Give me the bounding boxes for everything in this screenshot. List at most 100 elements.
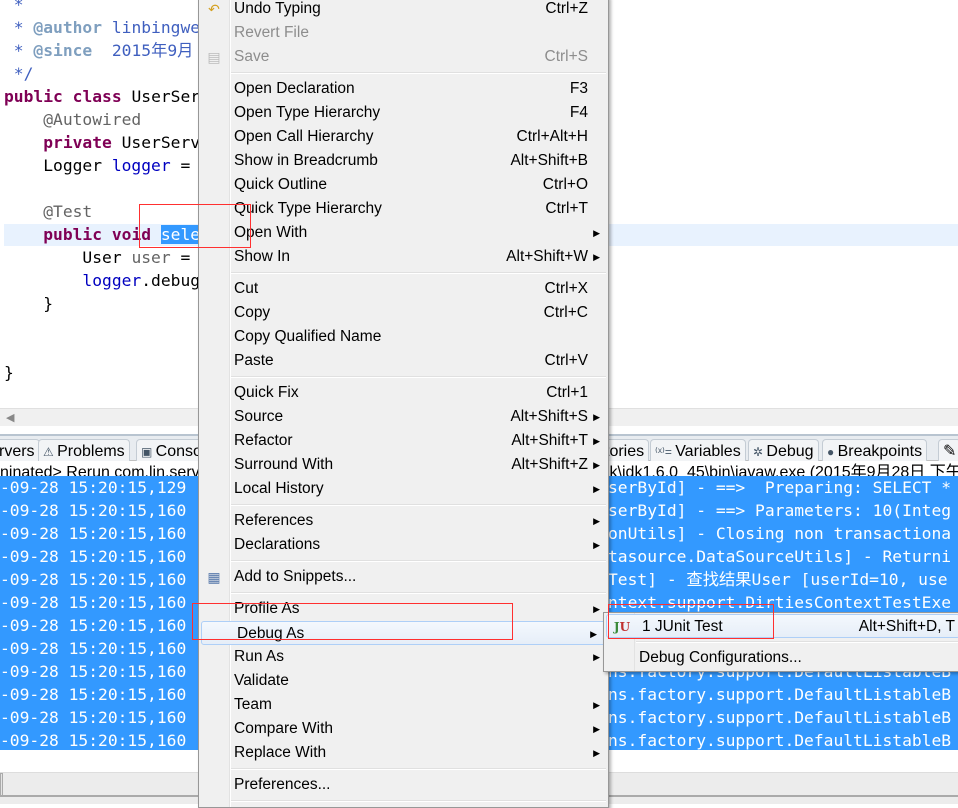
- menu-item-quick-type-hierarchy[interactable]: Quick Type Hierarchy Ctrl+T: [199, 197, 608, 221]
- code-token: logger: [111, 156, 171, 175]
- submenu-arrow-icon: ▶: [590, 629, 597, 639]
- log-line-timestamp: -09-28 15:20:15,160: [0, 637, 198, 660]
- code-token: *: [4, 41, 34, 60]
- code-token: logger: [4, 271, 142, 290]
- code-token: public: [4, 225, 103, 244]
- menu-item-preferences[interactable]: Preferences...: [199, 773, 608, 797]
- submenu-arrow-icon: ▶: [593, 700, 600, 710]
- code-token: @since: [33, 41, 93, 60]
- code-token: private: [4, 133, 112, 152]
- code-line: Logger logger =: [4, 154, 190, 177]
- code-token: public: [4, 87, 63, 106]
- menu-item-refactor[interactable]: Refactor Alt+Shift+T ▶: [199, 429, 608, 453]
- menu-separator: [199, 501, 608, 509]
- menu-item-cut[interactable]: Cut Ctrl+X: [199, 277, 608, 301]
- menu-item-save[interactable]: ▤ Save Ctrl+S: [199, 45, 608, 69]
- menu-item-run-as[interactable]: Run As ▶: [199, 645, 608, 669]
- code-line: logger.debug: [4, 269, 200, 292]
- menu-item-source[interactable]: Source Alt+Shift+S ▶: [199, 405, 608, 429]
- menu-item-debug-configurations[interactable]: Debug Configurations...: [604, 646, 958, 670]
- menu-item-validate[interactable]: Validate: [199, 669, 608, 693]
- log-line-message: serById] - ==> Parameters: 10(Integ: [608, 499, 958, 522]
- submenu-arrow-icon: ▶: [593, 724, 600, 734]
- console-scrollbar[interactable]: [0, 773, 3, 797]
- annotation-box-junit: [608, 604, 774, 639]
- menu-separator: [199, 765, 608, 773]
- tab-problems[interactable]: ⚠ Problems: [38, 439, 130, 463]
- menu-item-open-call-hierarchy[interactable]: Open Call Hierarchy Ctrl+Alt+H: [199, 125, 608, 149]
- debug-bug-icon: ✲: [753, 445, 767, 459]
- log-line-message: onUtils] - Closing non transactiona: [608, 522, 958, 545]
- code-token: @Autowired: [4, 110, 142, 129]
- code-token: =: [170, 156, 191, 175]
- log-line-message: ns.factory.support.DefaultListableB: [608, 683, 958, 706]
- submenu-arrow-icon: ▶: [593, 460, 600, 470]
- menu-item-local-history[interactable]: Local History ▶: [199, 477, 608, 501]
- menu-item-open-type-hierarchy[interactable]: Open Type Hierarchy F4: [199, 101, 608, 125]
- code-token: user: [131, 248, 171, 267]
- log-line-timestamp: -09-28 15:20:15,160: [0, 545, 198, 568]
- code-token: UserServ: [111, 133, 201, 152]
- code-line: * @author linbingwe: [4, 16, 200, 39]
- log-line-timestamp: -09-28 15:20:15,160: [0, 499, 198, 522]
- menu-item-quick-outline[interactable]: Quick Outline Ctrl+O: [199, 173, 608, 197]
- log-line-timestamp: -09-28 15:20:15,160: [0, 568, 198, 591]
- menu-item-revert-file[interactable]: Revert File: [199, 21, 608, 45]
- save-icon: ▤: [207, 49, 221, 65]
- menu-item-show-in-breadcrumb[interactable]: Show in Breadcrumb Alt+Shift+B: [199, 149, 608, 173]
- tab-variables[interactable]: ⁽ˣ⁾= Variables: [650, 439, 746, 463]
- scroll-left-icon[interactable]: ◀: [6, 411, 14, 424]
- menu-item-open-declaration[interactable]: Open Declaration F3: [199, 77, 608, 101]
- breakpoints-icon: ●: [827, 445, 838, 459]
- code-line: User user =: [4, 246, 190, 269]
- code-token: *: [4, 18, 34, 37]
- menu-item-add-to-snippets[interactable]: ▦ Add to Snippets...: [199, 565, 608, 589]
- log-line-message: Test] - 查找结果User [userId=10, use: [608, 568, 958, 591]
- menu-item-copy[interactable]: Copy Ctrl+C: [199, 301, 608, 325]
- menu-item-quick-fix[interactable]: Quick Fix Ctrl+1: [199, 381, 608, 405]
- log-line-timestamp: -09-28 15:20:15,160: [0, 614, 198, 637]
- menu-item-team[interactable]: Team ▶: [199, 693, 608, 717]
- code-line: * @since 2015年9月: [4, 39, 194, 62]
- submenu-arrow-icon: ▶: [593, 228, 600, 238]
- tab-rvers[interactable]: rvers: [0, 439, 40, 463]
- tab-breakpoints[interactable]: ● Breakpoints: [822, 439, 928, 463]
- undo-icon: ↶: [208, 1, 220, 17]
- log-line-message: ns.factory.support.DefaultListableB: [608, 729, 958, 752]
- menu-item-surround-with[interactable]: Surround With Alt+Shift+Z ▶: [199, 453, 608, 477]
- tab-overflow-icon[interactable]: ✎: [938, 439, 958, 463]
- code-token: .debug: [141, 271, 201, 290]
- menu-item-references[interactable]: References ▶: [199, 509, 608, 533]
- menu-item-copy-qualified-name[interactable]: Copy Qualified Name: [199, 325, 608, 349]
- code-line: *: [4, 0, 24, 16]
- menu-item-replace-with[interactable]: Replace With ▶: [199, 741, 608, 765]
- menu-item-undo-typing[interactable]: ↶ Undo Typing Ctrl+Z: [199, 0, 608, 21]
- tab-debug[interactable]: ✲ Debug: [748, 439, 819, 463]
- code-line: public class UserSer: [4, 85, 200, 108]
- log-line-timestamp: -09-28 15:20:15,160: [0, 591, 198, 614]
- code-line: }: [4, 361, 14, 384]
- log-line-message: serById] - ==> Preparing: SELECT *: [608, 476, 958, 499]
- submenu-arrow-icon: ▶: [593, 516, 600, 526]
- menu-item-declarations[interactable]: Declarations ▶: [199, 533, 608, 557]
- code-token: =: [170, 248, 191, 267]
- code-token: *: [4, 0, 24, 14]
- submenu-arrow-icon: ▶: [593, 436, 600, 446]
- code-token: }: [4, 363, 14, 382]
- code-line: @Autowired: [4, 108, 141, 131]
- log-line-timestamp: -09-28 15:20:15,160: [0, 683, 198, 706]
- code-line: @Test: [4, 200, 92, 223]
- log-line-timestamp: -09-28 15:20:15,160: [0, 660, 198, 683]
- menu-item-show-in[interactable]: Show In Alt+Shift+W ▶: [199, 245, 608, 269]
- submenu-arrow-icon: ▶: [593, 604, 600, 614]
- log-line-timestamp: -09-28 15:20:15,160: [0, 729, 198, 752]
- submenu-arrow-icon: ▶: [593, 748, 600, 758]
- menu-item-compare-with[interactable]: Compare With ▶: [199, 717, 608, 741]
- menu-item-open-with[interactable]: Open With ▶: [199, 221, 608, 245]
- menu-item-paste[interactable]: Paste Ctrl+V: [199, 349, 608, 373]
- context-menu: ↶ Undo Typing Ctrl+Z Revert File ▤ Save Ctrl+S…: [198, 0, 609, 808]
- menu-separator: [199, 69, 608, 77]
- tab-conso[interactable]: ▣ Conso: [136, 439, 207, 463]
- submenu-arrow-icon: ▶: [593, 652, 600, 662]
